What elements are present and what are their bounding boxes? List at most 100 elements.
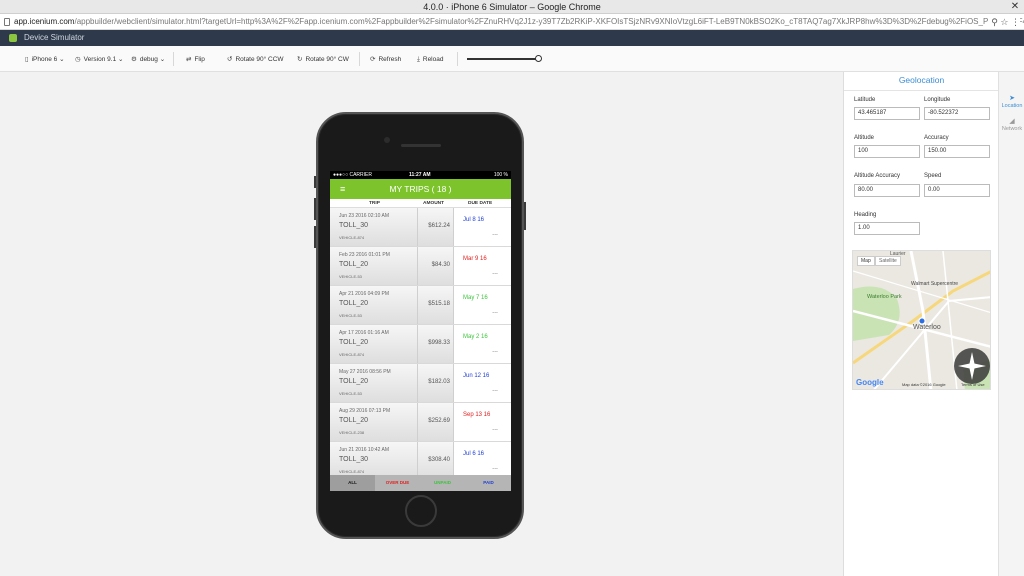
rotate-cw-icon: ↻ bbox=[297, 56, 303, 63]
address-bar[interactable]: app.icenium.com/appbuilder/webclient/sim… bbox=[0, 14, 1024, 30]
latitude-input[interactable]: 43.465187 bbox=[854, 107, 920, 120]
table-row[interactable]: May 27 2016 08:56 PM TOLL_20 VEHICLE-53 $1… bbox=[330, 364, 511, 403]
signal-icon: ◢ bbox=[1009, 118, 1015, 125]
rail-item-network[interactable]: ◢ Network bbox=[999, 117, 1024, 132]
phone-screen: ●●●○○ CARRIER 11:27 AM 100 % ≡ MY TRIPS … bbox=[330, 171, 511, 491]
trip-name: TOLL_20 bbox=[339, 378, 369, 385]
map-label: Walmart Supercentre bbox=[911, 281, 959, 287]
slider-thumb[interactable] bbox=[535, 55, 542, 62]
tab-all[interactable]: ALL bbox=[330, 475, 375, 491]
version-select[interactable]: ◷ Version 9.1 ⌄ bbox=[75, 55, 123, 65]
table-row[interactable]: Apr 21 2016 04:09 PM TOLL_20 VEHICLE-53 $5… bbox=[330, 286, 511, 325]
col-due: DUE DATE bbox=[468, 201, 493, 206]
heading-input[interactable]: 1.00 bbox=[854, 222, 920, 235]
iphone-device: ●●●○○ CARRIER 11:27 AM 100 % ≡ MY TRIPS … bbox=[314, 112, 526, 539]
col-trip: TRIP bbox=[369, 201, 380, 206]
refresh-label: Refresh bbox=[378, 56, 402, 63]
map-attribution: Map data ©2016 Google bbox=[902, 382, 946, 387]
trip-amount: $252.69 bbox=[428, 418, 450, 424]
refresh-icon: ⟳ bbox=[370, 56, 376, 63]
reload-button[interactable]: ⤓ Reload bbox=[417, 55, 443, 65]
front-camera bbox=[384, 137, 390, 143]
more-icon[interactable]: ... bbox=[492, 347, 498, 354]
altitude-accuracy-input[interactable]: 80.00 bbox=[854, 184, 920, 197]
home-button[interactable] bbox=[405, 495, 437, 527]
altitude-label: Altitude bbox=[854, 135, 875, 141]
flip-label: Flip bbox=[194, 56, 205, 63]
star-icon[interactable]: ☆ bbox=[1000, 17, 1008, 27]
trip-date: Aug 29 2016 07:13 PM bbox=[339, 408, 391, 414]
table-row[interactable]: Apr 17 2016 01:16 AM TOLL_20 VEHICLE-874 $… bbox=[330, 325, 511, 364]
flip-button[interactable]: ⇄ Flip bbox=[186, 55, 205, 65]
rotate-cw-label: Rotate 90° CW bbox=[305, 56, 349, 63]
flip-icon: ⇄ bbox=[186, 56, 192, 63]
trip-amount: $515.18 bbox=[428, 301, 450, 307]
gear-icon: ⚙ bbox=[131, 56, 137, 63]
sensor-rail: ➤ Location ◢ Network bbox=[998, 72, 1024, 576]
device-select[interactable]: ▯ iPhone 6 ⌄ bbox=[25, 55, 65, 65]
rail-location-label: Location bbox=[1001, 103, 1023, 109]
rotate-cw-button[interactable]: ↻ Rotate 90° CW bbox=[297, 55, 349, 65]
rail-item-location[interactable]: ➤ Location bbox=[999, 94, 1024, 109]
map-canvas[interactable] bbox=[853, 251, 991, 390]
tab-unpaid[interactable]: UNPAID bbox=[420, 475, 465, 491]
search-icon[interactable]: ⚲ bbox=[991, 17, 998, 27]
trips-list: Jun 23 2016 02:10 AM TOLL_30 VEHICLE-874 $… bbox=[330, 208, 511, 481]
simulator-toolbar: ▯ iPhone 6 ⌄ ◷ Version 9.1 ⌄ ⚙ debug ⌄ ⇄ Fli… bbox=[0, 46, 1024, 72]
map-label: Waterloo bbox=[913, 324, 941, 331]
chevron-down-icon: ⌄ bbox=[59, 56, 65, 63]
accuracy-input[interactable]: 150.00 bbox=[924, 145, 990, 158]
more-icon[interactable]: ... bbox=[492, 308, 498, 315]
refresh-button[interactable]: ⟳ Refresh bbox=[370, 55, 401, 65]
speed-input[interactable]: 0.00 bbox=[924, 184, 990, 197]
trip-due: May 2 16 bbox=[463, 334, 488, 340]
trip-vehicle: VEHICLE-53 bbox=[339, 313, 362, 318]
rotate-ccw-icon: ↺ bbox=[227, 56, 233, 63]
trip-date: Apr 21 2016 04:09 PM bbox=[339, 291, 390, 297]
google-logo-icon: Google bbox=[856, 378, 884, 387]
more-icon[interactable]: ... bbox=[492, 425, 498, 432]
tab-paid[interactable]: PAID bbox=[466, 475, 511, 491]
filter-tabs: ALL OVER DUE UNPAID PAID bbox=[330, 475, 511, 491]
panel-title: Geolocation bbox=[898, 75, 945, 85]
trip-amount: $612.24 bbox=[428, 223, 450, 229]
menu-icon[interactable]: ⋮ bbox=[1011, 17, 1020, 27]
geolocation-panel: Geolocation Latitude 43.465187 Longitude… bbox=[843, 72, 999, 576]
zoom-slider[interactable] bbox=[467, 55, 542, 62]
longitude-input[interactable]: -80.522372 bbox=[924, 107, 990, 120]
app-header: Device Simulator bbox=[0, 30, 1024, 46]
chevron-down-icon: ⌄ bbox=[159, 56, 166, 63]
more-icon[interactable]: ... bbox=[492, 386, 498, 393]
trip-due: Sep 13 16 bbox=[463, 412, 491, 418]
table-row[interactable]: Aug 29 2016 07:13 PM TOLL_20 VEHICLE-238 $… bbox=[330, 403, 511, 442]
slider-track bbox=[467, 58, 540, 60]
trip-date: Apr 17 2016 01:16 AM bbox=[339, 330, 389, 336]
config-select[interactable]: ⚙ debug ⌄ bbox=[131, 55, 165, 65]
trip-name: TOLL_20 bbox=[339, 261, 369, 268]
close-icon[interactable]: ✕ bbox=[1009, 1, 1021, 13]
location-map[interactable]: Map Satellite Laurier Walmart Supercentr… bbox=[852, 250, 991, 390]
trip-date: Jun 23 2016 02:10 AM bbox=[339, 213, 390, 219]
table-row[interactable]: Jun 23 2016 02:10 AM TOLL_30 VEHICLE-874 $… bbox=[330, 208, 511, 247]
more-icon[interactable]: ... bbox=[492, 464, 498, 471]
hamburger-menu-icon[interactable]: ≡ bbox=[340, 179, 345, 199]
more-icon[interactable]: ... bbox=[492, 269, 498, 276]
volume-up-button bbox=[314, 198, 316, 220]
map-tab[interactable]: Map bbox=[857, 256, 875, 266]
trip-due: Jul 8 16 bbox=[463, 217, 485, 223]
more-icon[interactable]: ... bbox=[492, 230, 498, 237]
map-terms-link[interactable]: Terms of Use bbox=[961, 382, 985, 387]
tab-over-due[interactable]: OVER DUE bbox=[375, 475, 420, 491]
trip-amount: $998.33 bbox=[428, 340, 450, 346]
altitude-input[interactable]: 100 bbox=[854, 145, 920, 158]
config-label: debug bbox=[139, 56, 158, 63]
download-icon: ⤓ bbox=[417, 56, 420, 63]
version-label: Version 9.1 bbox=[83, 56, 117, 63]
trip-name: TOLL_20 bbox=[339, 339, 369, 346]
satellite-tab[interactable]: Satellite bbox=[875, 256, 901, 266]
rotate-ccw-button[interactable]: ↺ Rotate 90° CCW bbox=[227, 55, 284, 65]
trip-date: Feb 23 2016 01:01 PM bbox=[339, 252, 390, 258]
table-row[interactable]: Feb 23 2016 01:01 PM TOLL_20 VEHICLE-53 $8… bbox=[330, 247, 511, 286]
toolbar-divider bbox=[173, 52, 174, 66]
trip-vehicle: VEHICLE-874 bbox=[339, 235, 365, 240]
